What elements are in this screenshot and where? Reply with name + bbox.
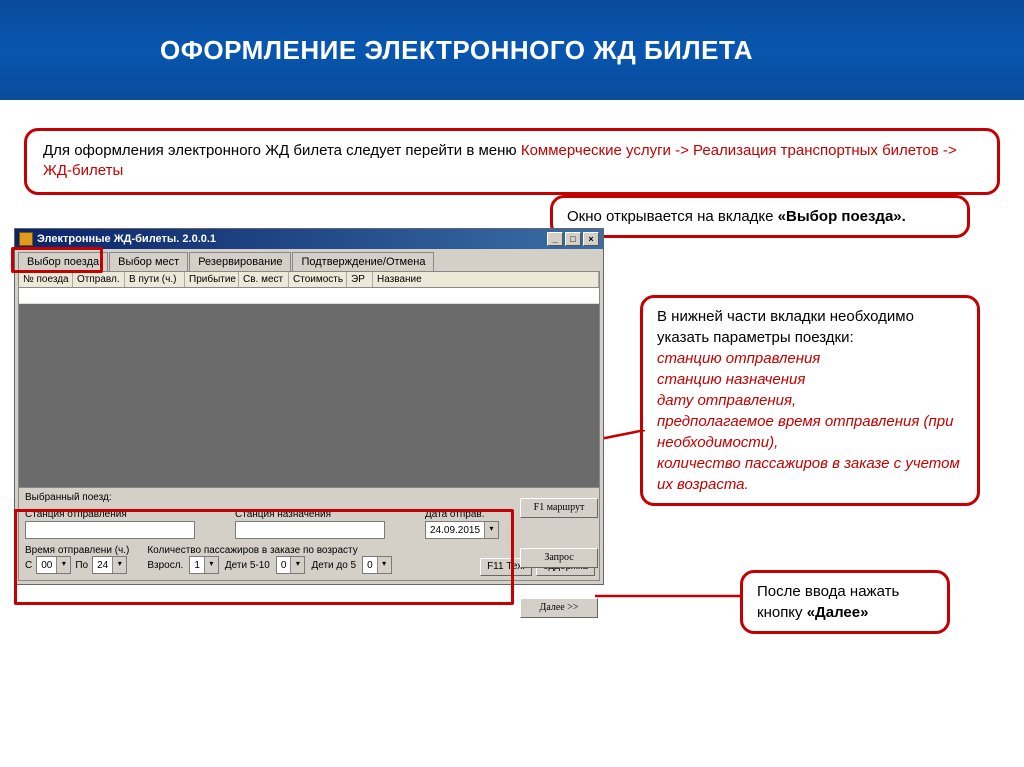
callout-right: В нижней части вкладки необходимо указат… — [640, 295, 980, 506]
callout-bottom: После ввода нажать кнопку «Далее» — [740, 570, 950, 634]
gh-cost[interactable]: Стоимость — [289, 272, 347, 287]
table-row[interactable] — [19, 288, 599, 304]
minimize-button[interactable]: _ — [547, 232, 563, 246]
child5-input[interactable]: 0▾ — [362, 556, 392, 574]
adult-label: Взросл. — [147, 560, 183, 571]
dropdown-icon[interactable]: ▾ — [204, 557, 218, 573]
gh-departure[interactable]: Отправл. — [73, 272, 125, 287]
page-header: ОФОРМЛЕНИЕ ЭЛЕКТРОННОГО ЖД БИЛЕТА — [0, 0, 1024, 100]
dropdown-icon[interactable]: ▾ — [484, 522, 498, 538]
titlebar[interactable]: Электронные ЖД-билеты. 2.0.0.1 _ □ × — [15, 229, 603, 249]
departure-station-input[interactable] — [25, 521, 195, 539]
dropdown-icon[interactable]: ▾ — [112, 557, 126, 573]
dropdown-icon[interactable]: ▾ — [377, 557, 391, 573]
close-button[interactable]: × — [583, 232, 599, 246]
tabs-row: Выбор поезда Выбор мест Резервирование П… — [15, 249, 603, 271]
adult-input[interactable]: 1▾ — [189, 556, 219, 574]
callout-top-bold: «Выбор поезда». — [778, 208, 906, 225]
callout-right-l6: количество пассажиров в заказе с учетом … — [657, 453, 963, 495]
callout-top: Окно открывается на вкладке «Выбор поезд… — [550, 195, 970, 238]
departure-time-label: Время отправлени (ч.) — [25, 545, 129, 556]
to-label: По — [75, 560, 88, 571]
next-button[interactable]: Далее >> — [520, 598, 598, 618]
departure-date-label: Дата отправ. — [425, 509, 499, 520]
gh-name[interactable]: Название — [373, 272, 599, 287]
callout-top-prefix: Окно открывается на вкладке — [567, 208, 778, 225]
departure-station-label: Станция отправления — [25, 509, 195, 520]
callout-bottom-bold: «Далее» — [807, 604, 869, 621]
from-label: С — [25, 560, 32, 571]
info-box: Для оформления электронного ЖД билета сл… — [24, 128, 1000, 195]
dropdown-icon[interactable]: ▾ — [290, 557, 304, 573]
departure-date-input[interactable]: 24.09.2015▾ — [425, 521, 499, 539]
lower-section: Выбранный поезд: Станция отправления Ста… — [18, 488, 600, 581]
tab-confirm-cancel[interactable]: Подтверждение/Отмена — [292, 252, 434, 271]
grid-body[interactable] — [18, 288, 600, 488]
info-text-black: Для оформления электронного ЖД билета сл… — [43, 142, 521, 159]
gh-train-no[interactable]: № поезда — [19, 272, 73, 287]
tab-select-train[interactable]: Выбор поезда — [18, 252, 108, 271]
app-icon — [19, 232, 33, 246]
callout-right-l2: станцию отправления — [657, 348, 963, 369]
app-window: Электронные ЖД-билеты. 2.0.0.1 _ □ × Выб… — [14, 228, 604, 585]
departure-date-value: 24.09.2015 — [426, 525, 484, 536]
tab-reservation[interactable]: Резервирование — [189, 252, 291, 271]
grid-header: № поезда Отправл. В пути (ч.) Прибытие С… — [18, 271, 600, 288]
child510-label: Дети 5-10 — [225, 560, 270, 571]
query-button[interactable]: Запрос — [520, 548, 598, 568]
dropdown-icon[interactable]: ▾ — [56, 557, 70, 573]
callout-right-l4: дату отправления, — [657, 390, 963, 411]
gh-arrival[interactable]: Прибытие — [185, 272, 239, 287]
callout-right-l5: предполагаемое время отправления (при не… — [657, 411, 963, 453]
page-title: ОФОРМЛЕНИЕ ЭЛЕКТРОННОГО ЖД БИЛЕТА — [160, 35, 753, 66]
selected-train-label: Выбранный поезд: — [25, 492, 593, 503]
side-buttons: F1 маршрут Запрос Далее >> — [520, 498, 598, 618]
gh-travel-time[interactable]: В пути (ч.) — [125, 272, 185, 287]
child5-label: Дети до 5 — [311, 560, 356, 571]
time-to-input[interactable]: 24▾ — [92, 556, 127, 574]
destination-station-input[interactable] — [235, 521, 385, 539]
callout-right-l3: станцию назначения — [657, 369, 963, 390]
gh-er[interactable]: ЭР — [347, 272, 373, 287]
gh-seats[interactable]: Св. мест — [239, 272, 289, 287]
destination-station-label: Станция назначения — [235, 509, 385, 520]
route-button[interactable]: F1 маршрут — [520, 498, 598, 518]
maximize-button[interactable]: □ — [565, 232, 581, 246]
passengers-label: Количество пассажиров в заказе по возрас… — [147, 545, 391, 556]
time-from-input[interactable]: 00▾ — [36, 556, 71, 574]
tab-select-seats[interactable]: Выбор мест — [109, 252, 188, 271]
child510-input[interactable]: 0▾ — [276, 556, 306, 574]
app-title: Электронные ЖД-билеты. 2.0.0.1 — [37, 233, 216, 245]
callout-right-line1: В нижней части вкладки необходимо указат… — [657, 306, 963, 348]
